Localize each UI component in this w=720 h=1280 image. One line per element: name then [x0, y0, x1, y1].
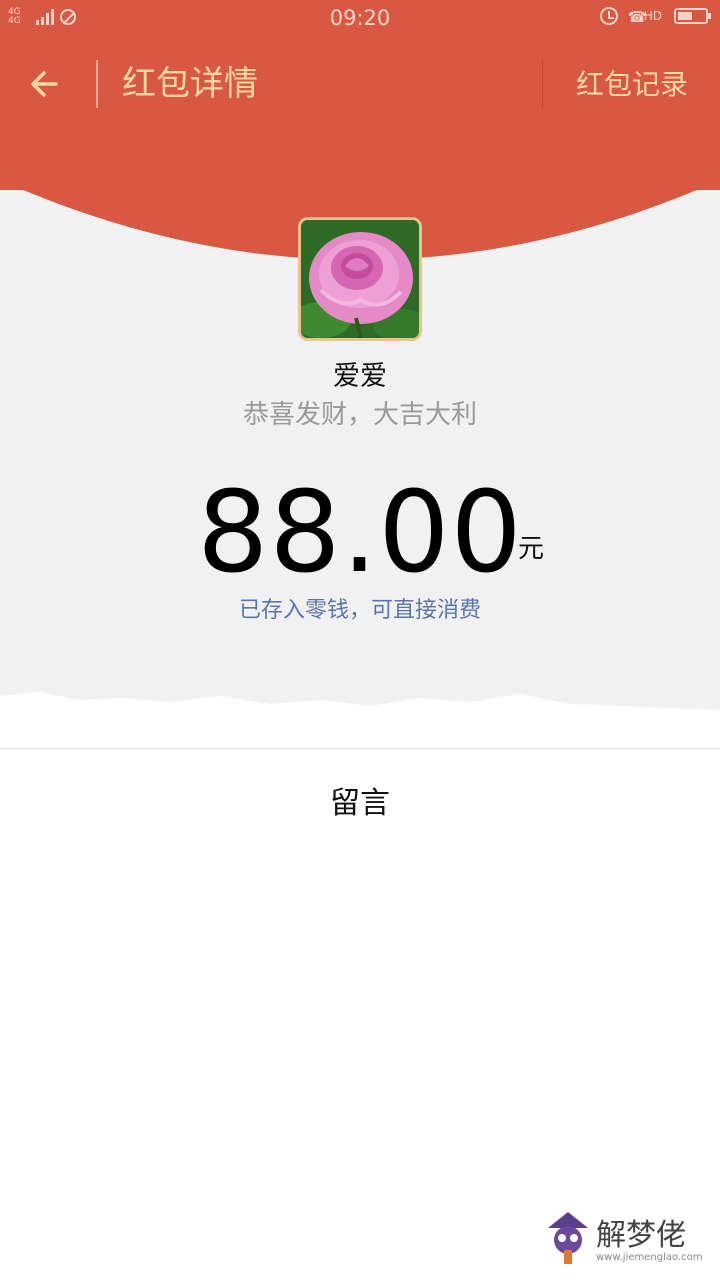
battery-fill: [678, 12, 692, 20]
status-right: HD: [599, 7, 711, 26]
page-title: 红包详情: [122, 64, 258, 104]
nav-divider-right: [542, 60, 543, 108]
watermark-logo-icon: [548, 1212, 588, 1264]
rose-image: [301, 220, 419, 338]
greeting-message: 恭喜发财，大吉大利: [242, 400, 477, 430]
section-divider: [0, 748, 720, 749]
torn-edge: [0, 692, 720, 750]
status-bar: 4G 4G 09:20 HD: [0, 0, 720, 38]
back-button[interactable]: [22, 62, 74, 106]
nav-divider: [96, 60, 98, 108]
sender-name: 爱爱: [333, 361, 387, 392]
records-button[interactable]: 红包记录: [576, 64, 688, 106]
currency-unit: 元: [518, 534, 545, 564]
comments-heading: 留言: [330, 786, 390, 821]
watermark-text: 解梦佬: [596, 1218, 686, 1253]
stored-to-wallet-link[interactable]: 已存入零钱，可直接消费: [0, 592, 720, 624]
back-arrow-icon: [31, 71, 58, 97]
amount-value: 88.00: [197, 468, 523, 598]
amount-block: 88.00: [0, 470, 720, 596]
battery-icon: [674, 8, 711, 24]
watermark-url: www.jiemenglao.com: [596, 1252, 703, 1263]
sender-avatar[interactable]: [298, 217, 422, 341]
hd-call-icon: HD: [628, 8, 662, 26]
watermark: 解梦佬 www.jiemenglao.com: [544, 1208, 714, 1272]
alarm-icon: [599, 7, 618, 25]
